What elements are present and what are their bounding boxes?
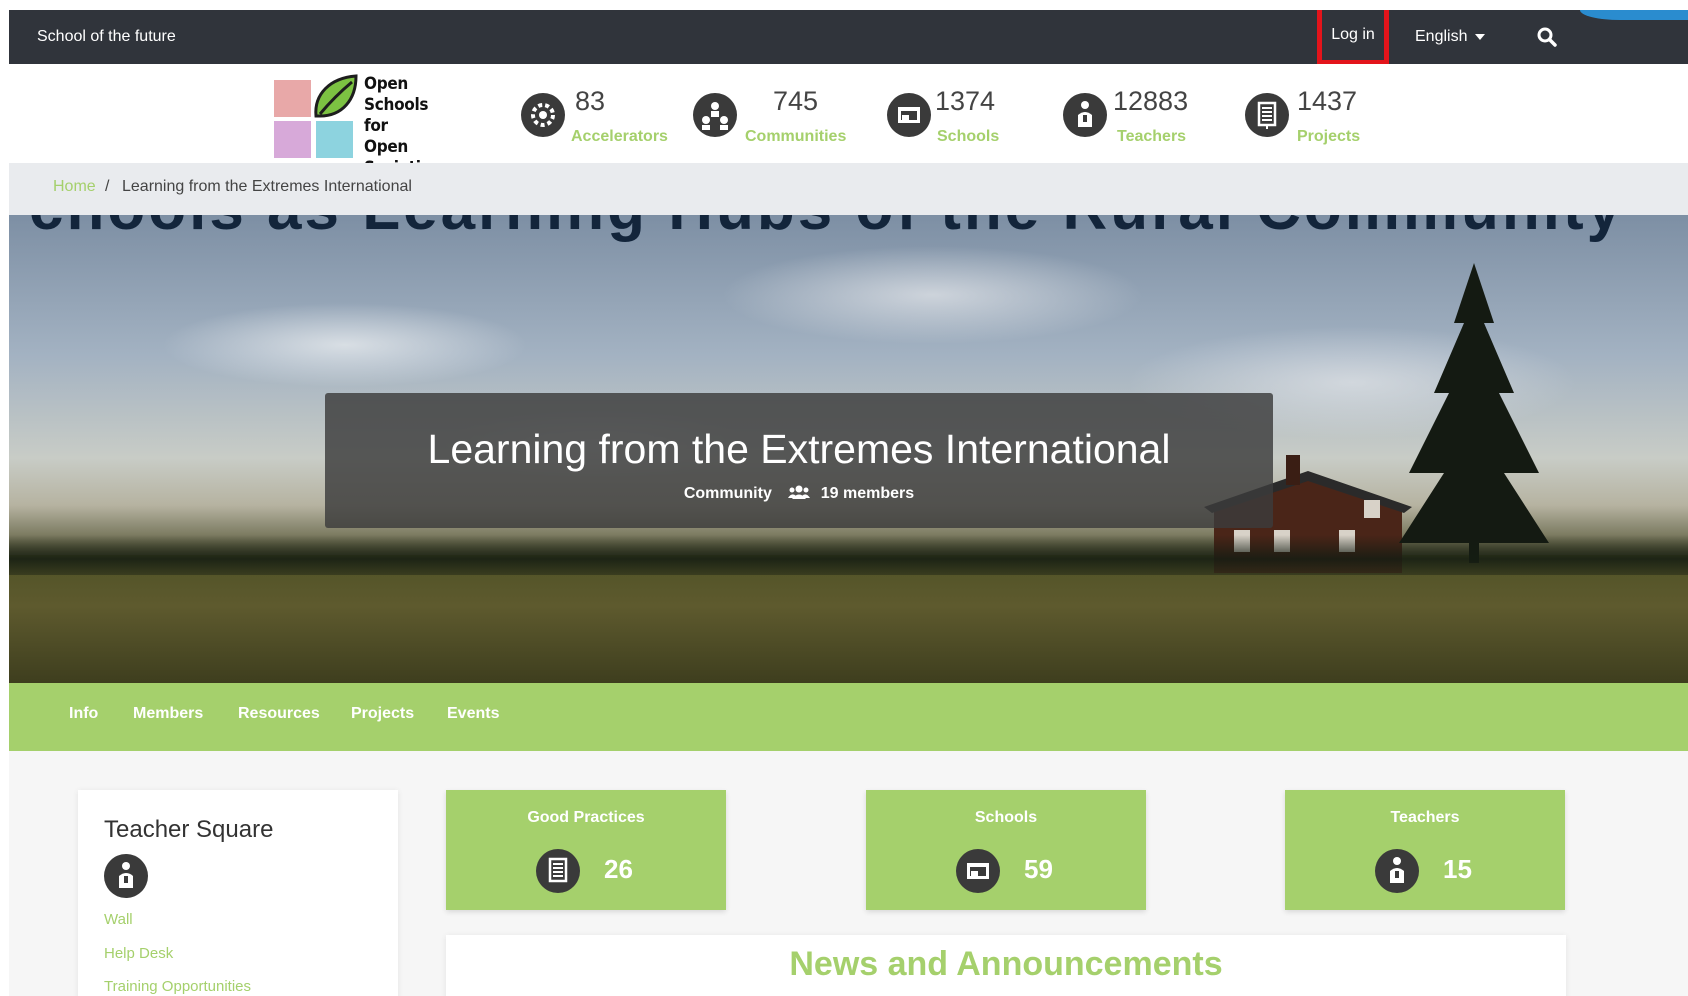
projects-icon (536, 849, 580, 893)
breadcrumb-home-link[interactable]: Home (53, 178, 96, 196)
hero-banner-text: chools as Learning Hubs of the Rural Com… (29, 215, 1624, 244)
site-name-link[interactable]: School of the future (37, 10, 176, 64)
members-count: 19 members (820, 485, 915, 502)
school-icon (956, 849, 1000, 893)
tab-projects[interactable]: Projects (351, 705, 414, 723)
teacher-icon (104, 854, 148, 898)
card-title: Schools (974, 809, 1038, 826)
top-navbar: School of the future Log in English (9, 10, 1688, 65)
breadcrumb-current: Learning from the Extremes International (122, 178, 412, 195)
teacher-icon (1375, 849, 1419, 893)
breadcrumb-separator: / (105, 178, 110, 195)
language-label: English (1415, 28, 1468, 45)
community-tabs: Info Members Resources Projects Events (9, 683, 1688, 751)
community-title-box: Learning from the Extremes International… (325, 393, 1273, 528)
teacher-square-title: Teacher Square (104, 816, 274, 843)
card-count: 59 (1024, 854, 1053, 884)
teacher-icon (1063, 93, 1107, 137)
projects-icon (1245, 93, 1289, 137)
card-good-practices[interactable]: Good Practices 26 (446, 790, 726, 910)
sidebar-link-training[interactable]: Training Opportunities (104, 978, 251, 995)
communities-icon (693, 93, 737, 137)
news-title: News and Announcements (789, 945, 1223, 983)
card-title: Good Practices (527, 809, 645, 826)
accelerator-icon (521, 93, 565, 137)
hero-treeline (9, 535, 1688, 575)
tab-members[interactable]: Members (133, 705, 203, 723)
search-icon[interactable] (1535, 25, 1559, 49)
card-teachers[interactable]: Teachers 15 (1285, 790, 1565, 910)
tab-resources[interactable]: Resources (238, 705, 320, 723)
page-frame: School of the future Log in English Open… (9, 10, 1688, 996)
login-button[interactable]: Log in (1317, 10, 1389, 65)
community-meta: Community 19 members (325, 485, 1273, 503)
teacher-square-panel: Teacher Square Wall Help Desk Training O… (78, 790, 398, 996)
leaf-icon (314, 74, 358, 118)
caret-down-icon (1475, 33, 1486, 40)
language-dropdown[interactable]: English (1415, 10, 1486, 64)
tab-events[interactable]: Events (447, 705, 499, 723)
school-icon (887, 93, 931, 137)
sidebar-link-wall[interactable]: Wall (104, 911, 133, 928)
hero-banner: chools as Learning Hubs of the Rural Com… (9, 215, 1688, 683)
community-type: Community (683, 485, 772, 502)
users-icon (788, 485, 811, 499)
site-header: OpenSchools forOpenSocieties 83 Accelera… (9, 64, 1688, 178)
community-title: Learning from the Extremes International (427, 426, 1171, 472)
breadcrumb: Home / Learning from the Extremes Intern… (9, 163, 1688, 215)
news-panel: News and Announcements (446, 935, 1566, 996)
card-count: 26 (604, 854, 633, 884)
card-title: Teachers (1390, 809, 1460, 826)
site-logo[interactable]: OpenSchools forOpenSocieties (274, 74, 454, 178)
card-count: 15 (1443, 854, 1472, 884)
tree-image (1399, 263, 1549, 563)
card-schools[interactable]: Schools 59 (866, 790, 1146, 910)
sidebar-link-help-desk[interactable]: Help Desk (104, 945, 173, 962)
tab-info[interactable]: Info (69, 705, 98, 723)
